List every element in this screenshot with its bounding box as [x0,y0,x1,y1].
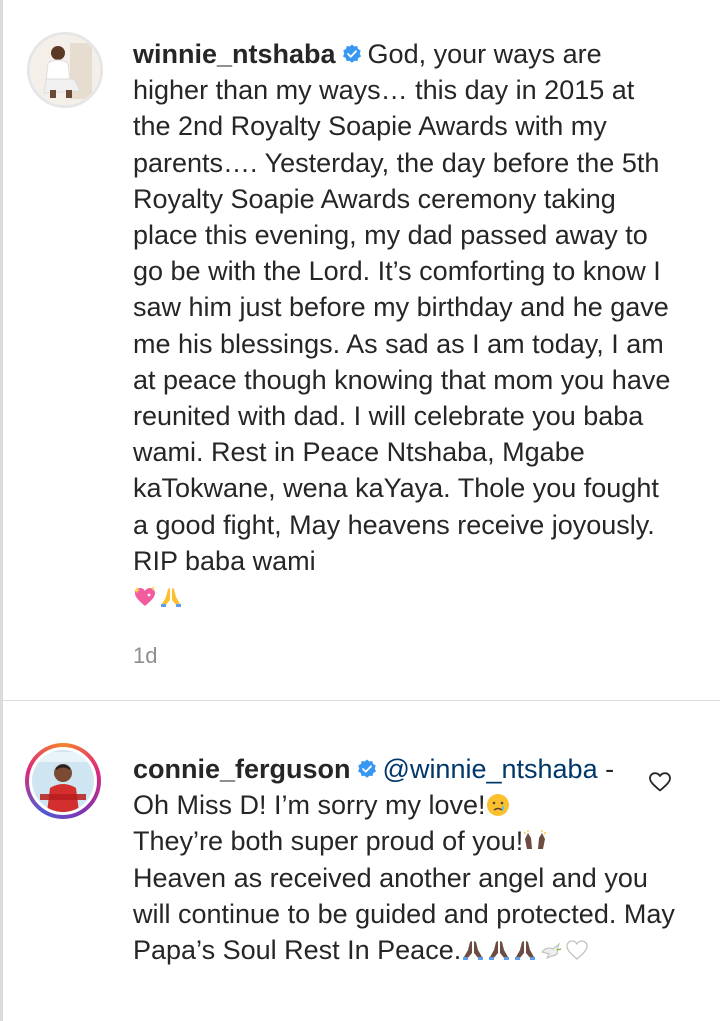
avatar-image [30,35,100,105]
comment-text-connie: connie_ferguson @winnie_ntshaba - Oh Miss… [133,751,678,968]
avatar-photo-icon [30,35,100,105]
folded-hands-dark-icon [513,935,537,961]
comment-body-connie-line2: They’re both super proud of you! [133,826,524,857]
comment-connie: connie_ferguson @winnie_ntshaba - Oh Miss… [0,701,720,1021]
comment-body-winnie: God, your ways are higher than my ways… … [133,39,671,576]
folded-hands-dark-icon [461,935,485,961]
avatar-connie[interactable] [25,743,101,819]
verified-badge-icon [342,44,361,63]
comment-text-winnie: winnie_ntshaba God, your ways are higher … [133,36,678,615]
username-connie[interactable]: connie_ferguson [133,754,351,784]
mention-link[interactable]: @winnie_ntshaba [383,754,598,784]
verified-badge-icon [357,759,376,778]
white-heart-icon [565,935,589,960]
avatar-winnie[interactable] [27,32,103,108]
comment-winnie: winnie_ntshaba God, your ways are higher … [0,0,720,700]
avatar-magazine-cover-icon [32,750,94,812]
username-winnie[interactable]: winnie_ntshaba [133,39,336,69]
avatar-image [29,747,97,815]
like-heart-icon[interactable] [648,770,672,794]
comment-body-connie-line3: Heaven as received another angel and you… [133,862,675,966]
folded-hands-icon [159,582,183,608]
timestamp-winnie: 1d [133,643,158,668]
raising-hands-icon [523,826,547,850]
sparkling-heart-icon [133,582,157,607]
crying-face-icon [486,790,510,817]
dove-icon [539,935,563,959]
comment-dash: - [597,754,615,784]
comment-body-connie-line1: Oh Miss D! I’m sorry my love! [133,790,486,821]
folded-hands-dark-icon [487,935,511,961]
